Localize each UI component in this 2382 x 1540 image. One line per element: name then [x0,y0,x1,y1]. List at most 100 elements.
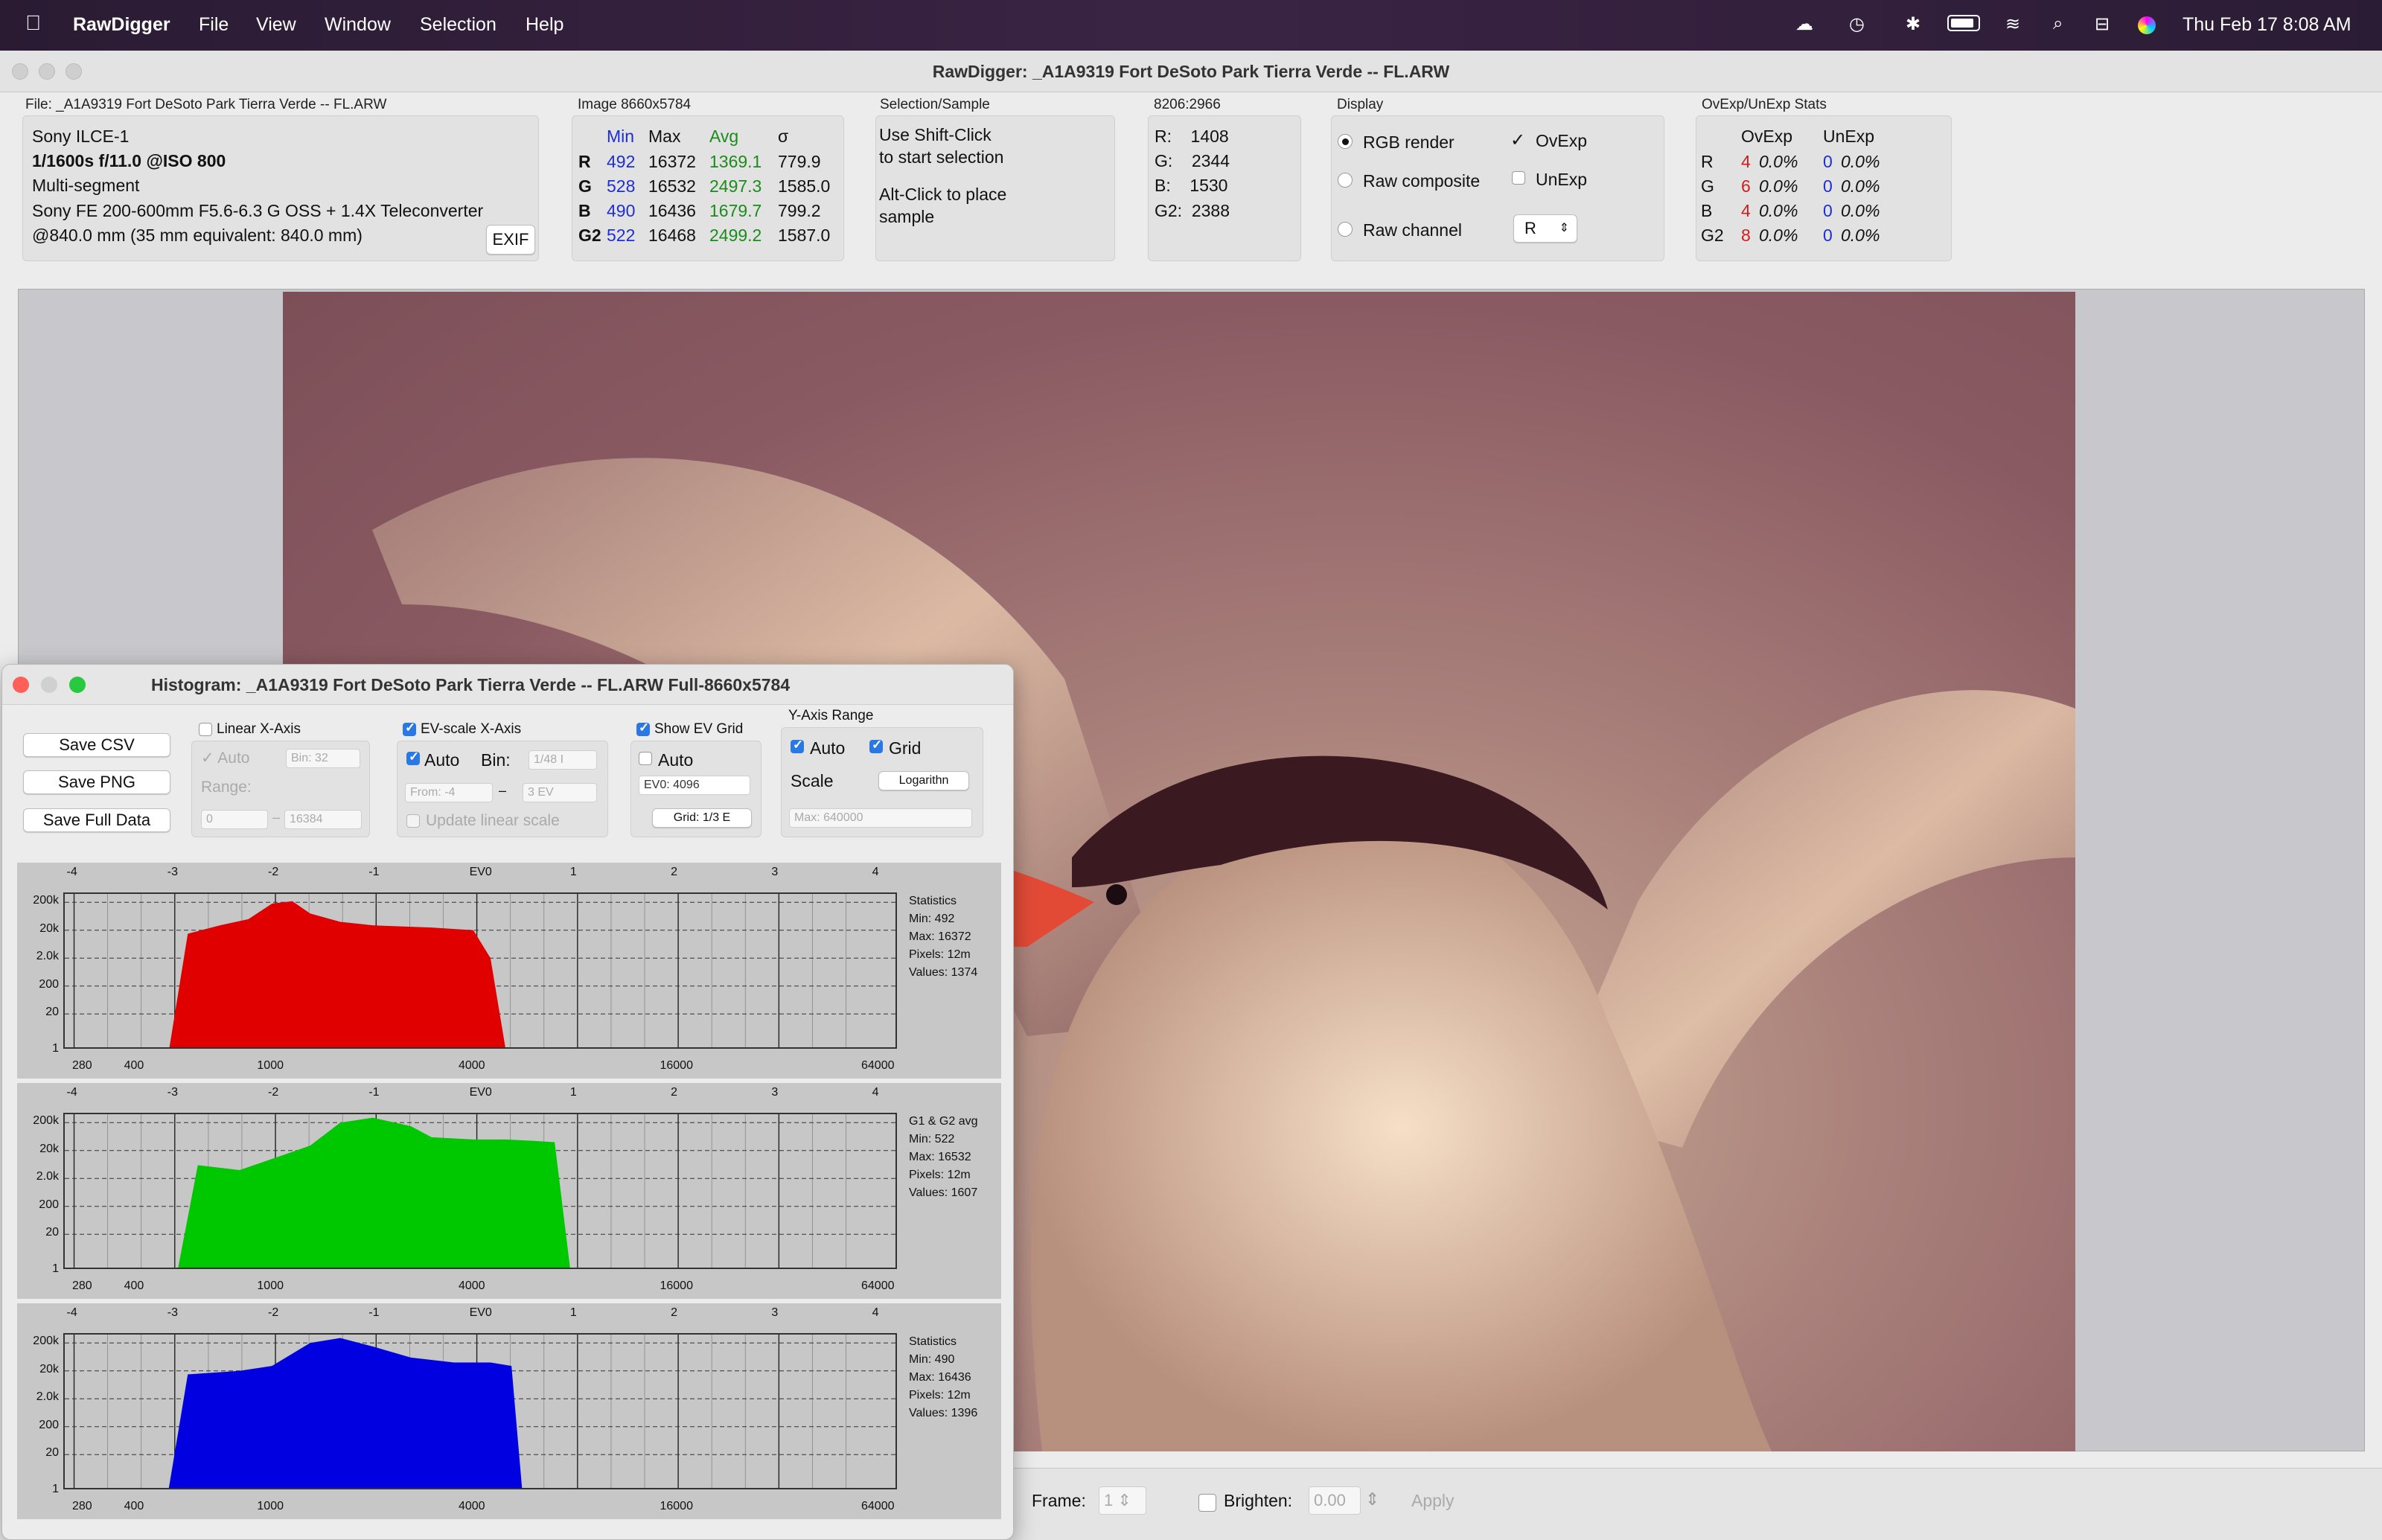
battery-icon[interactable] [1947,15,1980,31]
raw-channel-radio[interactable] [1338,222,1353,237]
stepper-chevron-icon: ⇕ [1559,222,1569,234]
range-to-field[interactable]: 16384 [284,810,362,829]
linear-x-checkbox[interactable] [199,723,212,736]
ovexp-checkmark-icon[interactable]: ✓ [1510,130,1525,151]
stats-label: G1 & G2 avg [909,1115,978,1128]
frame-stepper[interactable]: 1 ⇕ [1099,1486,1146,1515]
update-linear-label: Update linear scale [426,812,560,829]
x-tick-label: 280 [72,1500,92,1512]
unexp-checkbox[interactable] [1512,171,1525,185]
rgb-render-radio[interactable] [1338,134,1353,149]
save-full-data-button[interactable]: Save Full Data [23,808,170,832]
update-linear-checkbox[interactable] [406,814,420,828]
metering-mode: Multi-segment [32,176,140,195]
y-scale-label: Scale [791,771,834,790]
stats-pixels: Pixels: 12m [909,1389,971,1402]
ev-scale-label: EV-scale X-Axis [421,721,522,737]
stats-pixels: Pixels: 12m [909,948,971,961]
minimize-histogram-button[interactable] [41,677,57,693]
range-from-field[interactable]: 0 [201,810,268,829]
menu-view[interactable]: View [256,14,296,36]
linear-x-label: Linear X-Axis [217,721,301,737]
siri-icon[interactable] [2138,16,2156,34]
ev-to-field[interactable]: 3 EV [523,783,597,802]
ev-scale-checkbox[interactable] [403,721,416,736]
wifi-icon[interactable]: ≋ [2005,13,2020,35]
stats-pixels: Pixels: 12m [909,1169,971,1181]
ev-from-field[interactable]: From: -4 [405,783,493,802]
brighten-stepper-icon[interactable]: ⇕ [1365,1489,1379,1509]
histogram-stats: G1 & G2 avg Min: 522 Max: 16532 Pixels: 12m… [909,1113,978,1202]
channel-select[interactable]: R ⇕ [1513,214,1577,243]
ev-tick-label: 2 [671,1086,677,1099]
show-ev-grid-checkbox[interactable] [636,721,650,736]
menu-app-name[interactable]: RawDigger [73,14,170,36]
menu-file[interactable]: File [199,14,229,36]
x-tick-label: 1000 [257,1500,284,1512]
ovexp-percent: 0.0% [1759,176,1798,196]
ovexp-channel: G [1701,176,1714,196]
brighten-input[interactable]: 0.00 [1309,1486,1361,1515]
save-csv-button[interactable]: Save CSV [23,733,170,757]
x-tick-label: 400 [124,1059,144,1072]
bin-select[interactable]: 1/48 I [529,750,597,770]
creative-cloud-icon[interactable]: ☁ [1795,13,1813,35]
raw-composite-radio[interactable] [1338,173,1353,188]
ovexp-col: OvExp [1741,127,1793,146]
ev-grid-auto-checkbox[interactable] [639,752,652,765]
close-histogram-button[interactable] [13,677,29,693]
menu-window[interactable]: Window [325,14,391,36]
ovexp-count: 8 [1741,226,1751,245]
brighten-checkbox[interactable] [1198,1494,1216,1512]
camera-model: Sony ILCE-1 [32,127,130,146]
stat-channel: B [578,201,591,220]
ev-auto-checkbox[interactable] [406,750,420,765]
stat-min: 490 [607,201,636,220]
unexp-percent: 0.0% [1841,226,1880,245]
apply-button[interactable]: Apply [1411,1491,1455,1511]
y-tick-label: 1 [52,1042,59,1055]
menu-datetime[interactable]: Thu Feb 17 8:08 AM [2183,14,2351,36]
linear-auto-label: ✓ Auto [201,750,250,767]
menu-help[interactable]: Help [526,14,563,36]
stat-min: 528 [607,176,636,196]
ev-tick-label: -2 [268,1086,279,1099]
x-tick-label: 280 [72,1279,92,1292]
exif-button[interactable]: EXIF [486,225,535,255]
display-panel: RGB render Raw composite Raw channel ✓ O… [1331,115,1664,261]
pixel-r: R: 1408 [1155,127,1229,146]
y-axis-group: Auto Grid Scale Logarithn Max: 640000 [781,727,983,837]
bluetooth-icon[interactable]: ✱ [1906,13,1920,35]
grid-select[interactable]: Grid: 1/3 E [652,808,752,828]
linear-bin-field[interactable]: Bin: 32 [286,749,360,768]
y-tick-label: 200 [39,977,59,991]
control-center-icon[interactable]: ⊟ [2095,13,2110,35]
zoom-histogram-button[interactable] [69,677,86,693]
y-tick-label: 20 [45,1226,59,1239]
y-auto-checkbox[interactable] [791,738,804,753]
histogram-area-b [168,1338,523,1488]
y-tick-label: 200 [39,1418,59,1431]
y-tick-label: 20 [45,1446,59,1460]
y-max-field[interactable]: Max: 640000 [789,808,972,828]
x-tick-label: 1000 [257,1059,284,1072]
y-scale-select[interactable]: Logarithn [878,771,969,790]
close-window-button[interactable] [12,63,28,80]
menu-selection[interactable]: Selection [420,14,496,36]
x-tick-label: 4000 [458,1500,485,1512]
y-tick-label: 200 [39,1198,59,1211]
save-png-button[interactable]: Save PNG [23,770,170,794]
ovexp-percent: 0.0% [1759,201,1798,220]
zoom-window-button[interactable] [66,63,82,80]
time-machine-icon[interactable]: ◷ [1849,13,1865,35]
ovexp-channel: G2 [1701,226,1724,245]
minimize-window-button[interactable] [39,63,55,80]
apple-icon[interactable]:  [25,11,41,35]
stat-sigma: 1585.0 [778,176,831,196]
ovexp-count: 6 [1741,176,1751,196]
y-grid-checkbox[interactable] [869,738,883,753]
y-tick-label: 1 [52,1262,59,1275]
ev0-field[interactable]: EV0: 4096 [639,776,750,795]
stats-max: Max: 16436 [909,1371,971,1384]
search-icon[interactable]: ⌕ [2053,13,2063,34]
